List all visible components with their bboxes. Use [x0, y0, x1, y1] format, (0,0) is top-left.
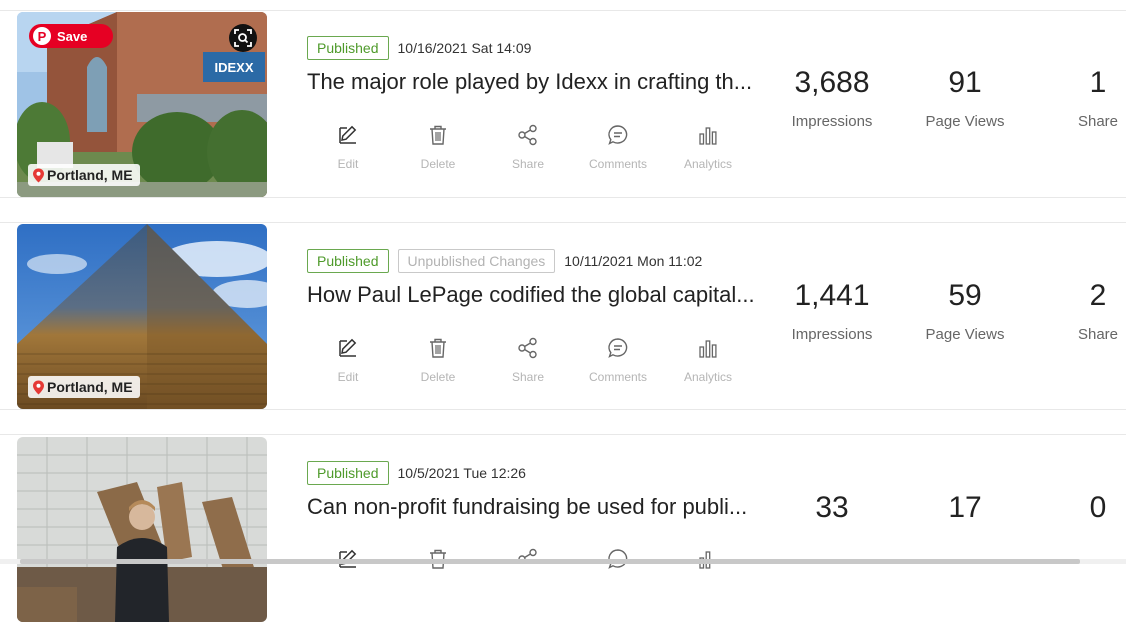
divider — [0, 222, 1126, 223]
save-label: Save — [57, 28, 88, 44]
impressions-stat: 33 — [762, 491, 902, 525]
post-card: Portland, ME Published Unpublished Chang… — [0, 212, 1126, 424]
comments-label: Comments — [588, 370, 647, 384]
horizontal-scrollbar[interactable] — [0, 559, 1126, 564]
impressions-label: Impressions — [791, 113, 873, 130]
impressions-stat: 3,688 Impressions — [762, 66, 902, 130]
analytics-button[interactable]: Analytics — [663, 336, 753, 384]
share-button[interactable]: Share — [483, 336, 573, 384]
visual-search-icon[interactable] — [229, 24, 257, 52]
impressions-stat: 1,441 Impressions — [762, 279, 902, 343]
analytics-label: Analytics — [683, 157, 733, 171]
page-views-value: 91 — [948, 66, 982, 99]
delete-label: Delete — [420, 370, 456, 384]
edit-label: Edit — [337, 157, 359, 171]
published-badge: Published — [307, 461, 389, 485]
post-title[interactable]: The major role played by Idexx in crafti… — [307, 69, 767, 95]
page-views-label: Page Views — [925, 113, 1005, 130]
share-icon — [517, 123, 539, 147]
share-button[interactable]: Share — [483, 123, 573, 171]
pinterest-save-button[interactable]: P Save — [29, 24, 113, 48]
scrollbar-thumb[interactable] — [20, 559, 1080, 564]
impressions-value: 1,441 — [794, 279, 870, 312]
svg-text:IDEXX: IDEXX — [214, 60, 253, 75]
trash-icon — [427, 336, 449, 360]
comment-icon — [607, 123, 629, 147]
shares-stat: 2 Share — [1028, 279, 1126, 343]
shares-value: 0 — [1089, 491, 1107, 524]
analytics-label: Analytics — [683, 370, 733, 384]
location-text: Portland, ME — [47, 167, 133, 183]
post-date: 10/5/2021 Tue 12:26 — [397, 465, 526, 481]
post-date: 10/16/2021 Sat 14:09 — [397, 40, 532, 56]
shares-value: 1 — [1089, 66, 1107, 99]
post-title[interactable]: Can non-profit fundraising be used for p… — [307, 494, 767, 520]
delete-button[interactable]: Delete — [393, 336, 483, 384]
edit-icon — [337, 336, 359, 360]
status-row: Published 10/16/2021 Sat 14:09 — [307, 36, 531, 60]
divider — [0, 10, 1126, 11]
location-tag: Portland, ME — [28, 376, 140, 398]
post-card: Published 10/5/2021 Tue 12:26 Can non-pr… — [0, 424, 1126, 636]
location-text: Portland, ME — [47, 379, 133, 395]
shares-value: 2 — [1089, 279, 1107, 312]
divider — [0, 409, 1126, 410]
delete-label: Delete — [420, 157, 456, 171]
status-row: Published 10/5/2021 Tue 12:26 — [307, 461, 526, 485]
edit-icon — [337, 123, 359, 147]
bar-chart-icon — [697, 336, 719, 360]
page-views-label: Page Views — [925, 326, 1005, 343]
shares-stat: 0 — [1028, 491, 1126, 525]
status-row: Published Unpublished Changes 10/11/2021… — [307, 249, 702, 273]
page-views-stat: 59 Page Views — [895, 279, 1035, 343]
shares-stat: 1 Share — [1028, 66, 1126, 130]
post-actions: Edit Delete Share Comments Analytics — [303, 123, 753, 171]
page-views-value: 59 — [948, 279, 982, 312]
delete-button[interactable]: Delete — [393, 123, 483, 171]
divider — [0, 434, 1126, 435]
share-label: Share — [511, 157, 545, 171]
post-actions: Edit Delete Share Comments Analytics — [303, 336, 753, 384]
comments-label: Comments — [588, 157, 647, 171]
edit-button[interactable]: Edit — [303, 336, 393, 384]
post-thumbnail[interactable]: IDEXX P Save Portland, ME — [17, 12, 267, 197]
edit-label: Edit — [337, 370, 359, 384]
shares-label: Share — [1077, 326, 1119, 343]
pinterest-icon: P — [33, 27, 51, 45]
trash-icon — [427, 123, 449, 147]
post-date: 10/11/2021 Mon 11:02 — [564, 253, 703, 269]
shares-label: Share — [1077, 113, 1119, 130]
impressions-value: 3,688 — [794, 66, 870, 99]
bar-chart-icon — [697, 123, 719, 147]
unpublished-changes-badge: Unpublished Changes — [397, 249, 556, 273]
divider — [0, 197, 1126, 198]
comments-button[interactable]: Comments — [573, 123, 663, 171]
published-badge: Published — [307, 249, 389, 273]
person-photo — [17, 437, 267, 622]
post-title[interactable]: How Paul LePage codified the global capi… — [307, 282, 767, 308]
post-card: IDEXX P Save Portland, ME Published 10/1… — [0, 0, 1126, 212]
comments-button[interactable]: Comments — [573, 336, 663, 384]
impressions-value: 33 — [815, 491, 849, 524]
impressions-label: Impressions — [791, 326, 873, 343]
edit-button[interactable]: Edit — [303, 123, 393, 171]
share-label: Share — [511, 370, 545, 384]
analytics-button[interactable]: Analytics — [663, 123, 753, 171]
comment-icon — [607, 336, 629, 360]
page-views-value: 17 — [948, 491, 982, 524]
page-views-stat: 91 Page Views — [895, 66, 1035, 130]
published-badge: Published — [307, 36, 389, 60]
page-views-stat: 17 — [895, 491, 1035, 525]
post-thumbnail[interactable]: Portland, ME — [17, 224, 267, 409]
map-pin-icon — [32, 380, 45, 395]
map-pin-icon — [32, 168, 45, 183]
post-thumbnail[interactable] — [17, 437, 267, 622]
share-icon — [517, 336, 539, 360]
location-tag: Portland, ME — [28, 164, 140, 186]
